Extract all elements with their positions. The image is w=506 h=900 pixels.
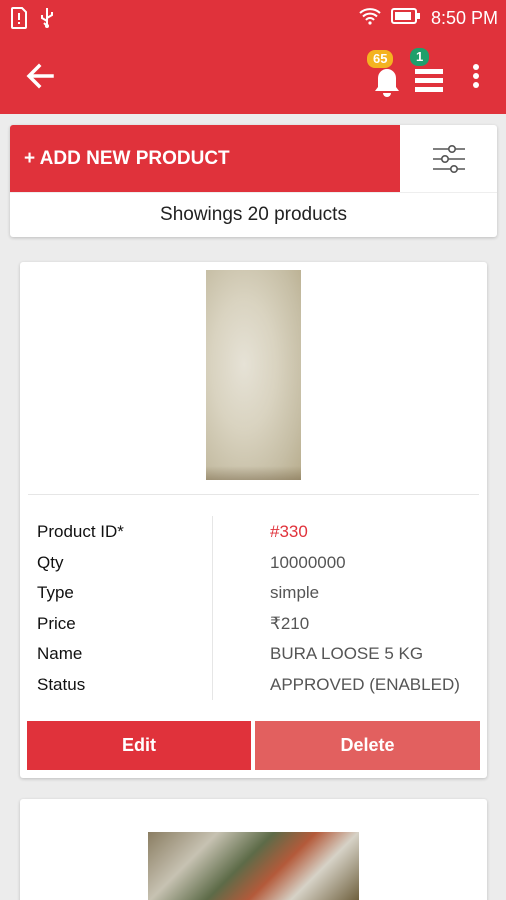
notification-count-badge: 65 <box>367 50 394 68</box>
stacked-menu-button[interactable] <box>412 64 444 94</box>
more-options-button[interactable] <box>466 62 486 94</box>
product-image <box>148 832 359 900</box>
product-card: Product ID* #330 Qty 10000000 Type simpl… <box>20 262 487 778</box>
product-count-text: Showings 20 products <box>10 192 497 237</box>
menu-count-badge: 1 <box>410 48 430 66</box>
products-header-card: + ADD NEW PRODUCT Showings 20 products <box>10 125 497 237</box>
wifi-icon <box>359 7 381 30</box>
row-label: Qty <box>37 553 64 572</box>
card-divider <box>28 494 479 495</box>
sim-alert-icon <box>10 7 28 34</box>
row-value: APPROVED (ENABLED) <box>270 675 460 694</box>
bell-icon <box>375 69 399 97</box>
row-value: 10000000 <box>270 553 346 572</box>
sliders-icon <box>432 144 465 173</box>
status-time: 8:50 PM <box>430 8 498 28</box>
row-value: simple <box>270 583 320 602</box>
usb-icon <box>38 7 56 34</box>
stacked-menu-icon <box>415 69 443 92</box>
product-row-type: Type simple <box>20 583 487 613</box>
product-row-price: Price ₹210 <box>20 614 487 644</box>
app-bar: 65 1 <box>0 38 506 114</box>
product-row-qty: Qty 10000000 <box>20 553 487 583</box>
row-label: Price <box>37 614 76 633</box>
product-row-id: Product ID* #330 <box>20 522 487 552</box>
notifications-button[interactable]: 65 <box>367 50 402 98</box>
row-label: Name <box>37 644 83 663</box>
row-label: Type <box>37 583 74 602</box>
row-label: Status <box>37 675 86 694</box>
more-vertical-icon <box>473 64 479 88</box>
product-card <box>20 799 487 900</box>
row-value: ₹210 <box>270 614 310 633</box>
product-id-link[interactable]: #330 <box>270 522 308 542</box>
row-label: Product ID* <box>37 522 124 541</box>
back-button[interactable] <box>22 58 58 94</box>
product-row-status: Status APPROVED (ENABLED) <box>20 675 487 705</box>
edit-button[interactable]: Edit <box>27 721 251 770</box>
row-value: BURA LOOSE 5 KG <box>270 644 424 663</box>
arrow-back-icon <box>26 63 54 89</box>
add-new-product-button[interactable]: + ADD NEW PRODUCT <box>10 125 400 192</box>
delete-button[interactable]: Delete <box>255 721 480 770</box>
filter-button[interactable] <box>400 125 497 192</box>
battery-icon <box>390 8 421 29</box>
product-row-name: Name BURA LOOSE 5 KG <box>20 644 487 674</box>
product-image <box>206 270 301 480</box>
status-bar: 8:50 PM <box>0 0 506 38</box>
